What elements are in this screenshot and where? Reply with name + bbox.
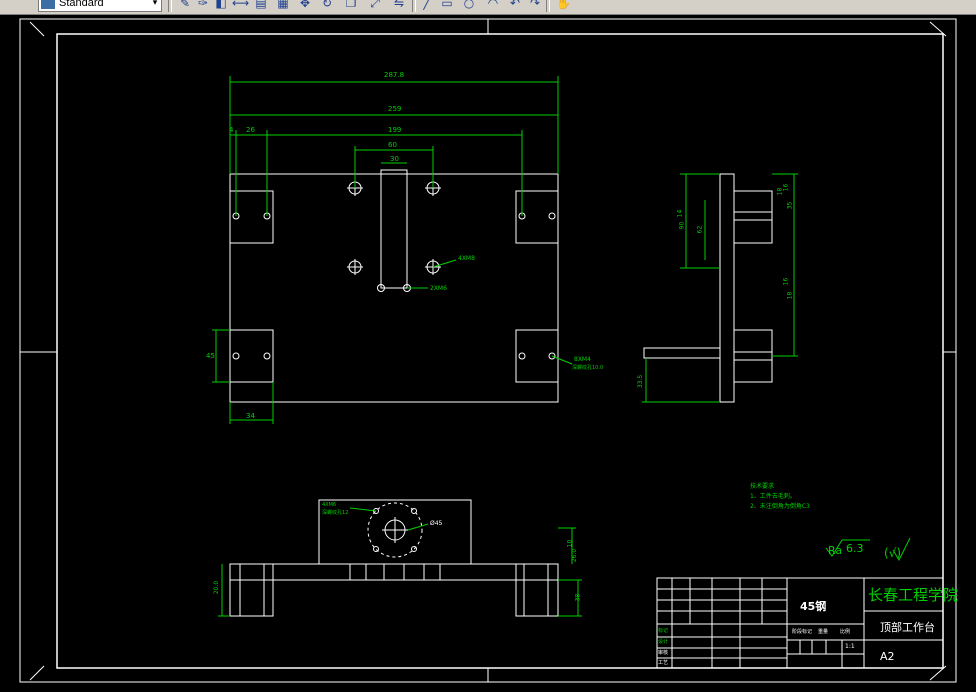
school-name: 长春工程学院 [868, 586, 959, 604]
centering-marks [20, 19, 956, 682]
side-dim-90: 90 [678, 221, 686, 230]
bottom-callout-4xm6-sub: 深螺纹孔12 [322, 510, 349, 516]
tb-stage-mark: 阶段标记 [792, 629, 813, 635]
dim-34: 34 [246, 412, 255, 420]
tb-row-mark: 标记 [658, 628, 669, 634]
side-dim-35: 35 [786, 201, 794, 210]
side-dim-18: 18 [786, 291, 794, 300]
bottom-diameter: Ø45 [430, 520, 443, 527]
bottom-dim-26: 26.0 [571, 548, 579, 563]
sheet-size: A2 [880, 650, 895, 663]
side-dim-337: 33.5 [637, 374, 645, 389]
tb-row-review: 审核 [658, 650, 669, 656]
bottom-dim-10: 10 [566, 539, 574, 548]
material-label: 45钢 [800, 600, 827, 613]
callout-8xm4-sub: 深螺纹孔10.0 [572, 365, 604, 371]
inner-border [56, 33, 944, 669]
dim-26: 26 [246, 126, 255, 134]
callout-2xm6: 2XM6 [430, 285, 447, 292]
roughness-symbol-label: Ra [828, 544, 843, 557]
front-block-br [515, 329, 559, 383]
tb-row-design: 设计 [658, 639, 669, 645]
tech-note-1: 1、工件去毛刺。 [750, 493, 796, 500]
tb-scale-label: 比例 [840, 629, 851, 635]
dim-30: 30 [390, 155, 399, 163]
side-dim-16-top: 16 [782, 183, 790, 192]
part-name: 顶部工作台 [880, 621, 935, 634]
dim-199: 199 [388, 126, 402, 134]
dim-4: 4 [229, 126, 234, 134]
dim-overall: 287.8 [384, 71, 405, 79]
dim-259: 259 [388, 105, 402, 113]
bottom-callout-4xm6: 4XM6 [322, 502, 337, 508]
scale-value: 1:1 [845, 643, 855, 650]
tech-notes-title: 技术要求 [750, 483, 775, 490]
side-dim-14: 14 [676, 209, 684, 218]
roughness-general: (√) [884, 546, 902, 560]
dim-60: 60 [388, 141, 397, 149]
tb-weight: 重量 [818, 629, 829, 635]
roughness-value: 6.3 [846, 542, 864, 555]
drawing-canvas[interactable] [0, 0, 976, 692]
front-block-bl [229, 329, 274, 383]
side-dim-62: 62 [696, 225, 704, 234]
tech-note-2: 2、未注倒角为倒角C3 [750, 503, 810, 510]
dim-45: 45 [206, 352, 215, 360]
callout-8xm4: 8XM4 [574, 356, 591, 363]
outer-border [19, 18, 957, 683]
bottom-dim-20: 20.0 [213, 580, 221, 595]
bottom-view [218, 499, 582, 617]
side-view [642, 173, 798, 403]
side-dim-16-mid: 16 [782, 277, 790, 286]
bottom-dim-38: 38 [574, 593, 582, 602]
side-dim-18-top: 18 [776, 187, 784, 196]
front-holes [232, 180, 556, 360]
callout-4xm8: 4XM8 [458, 255, 475, 262]
front-slot [380, 169, 408, 289]
tb-row-process: 工艺 [658, 660, 669, 666]
